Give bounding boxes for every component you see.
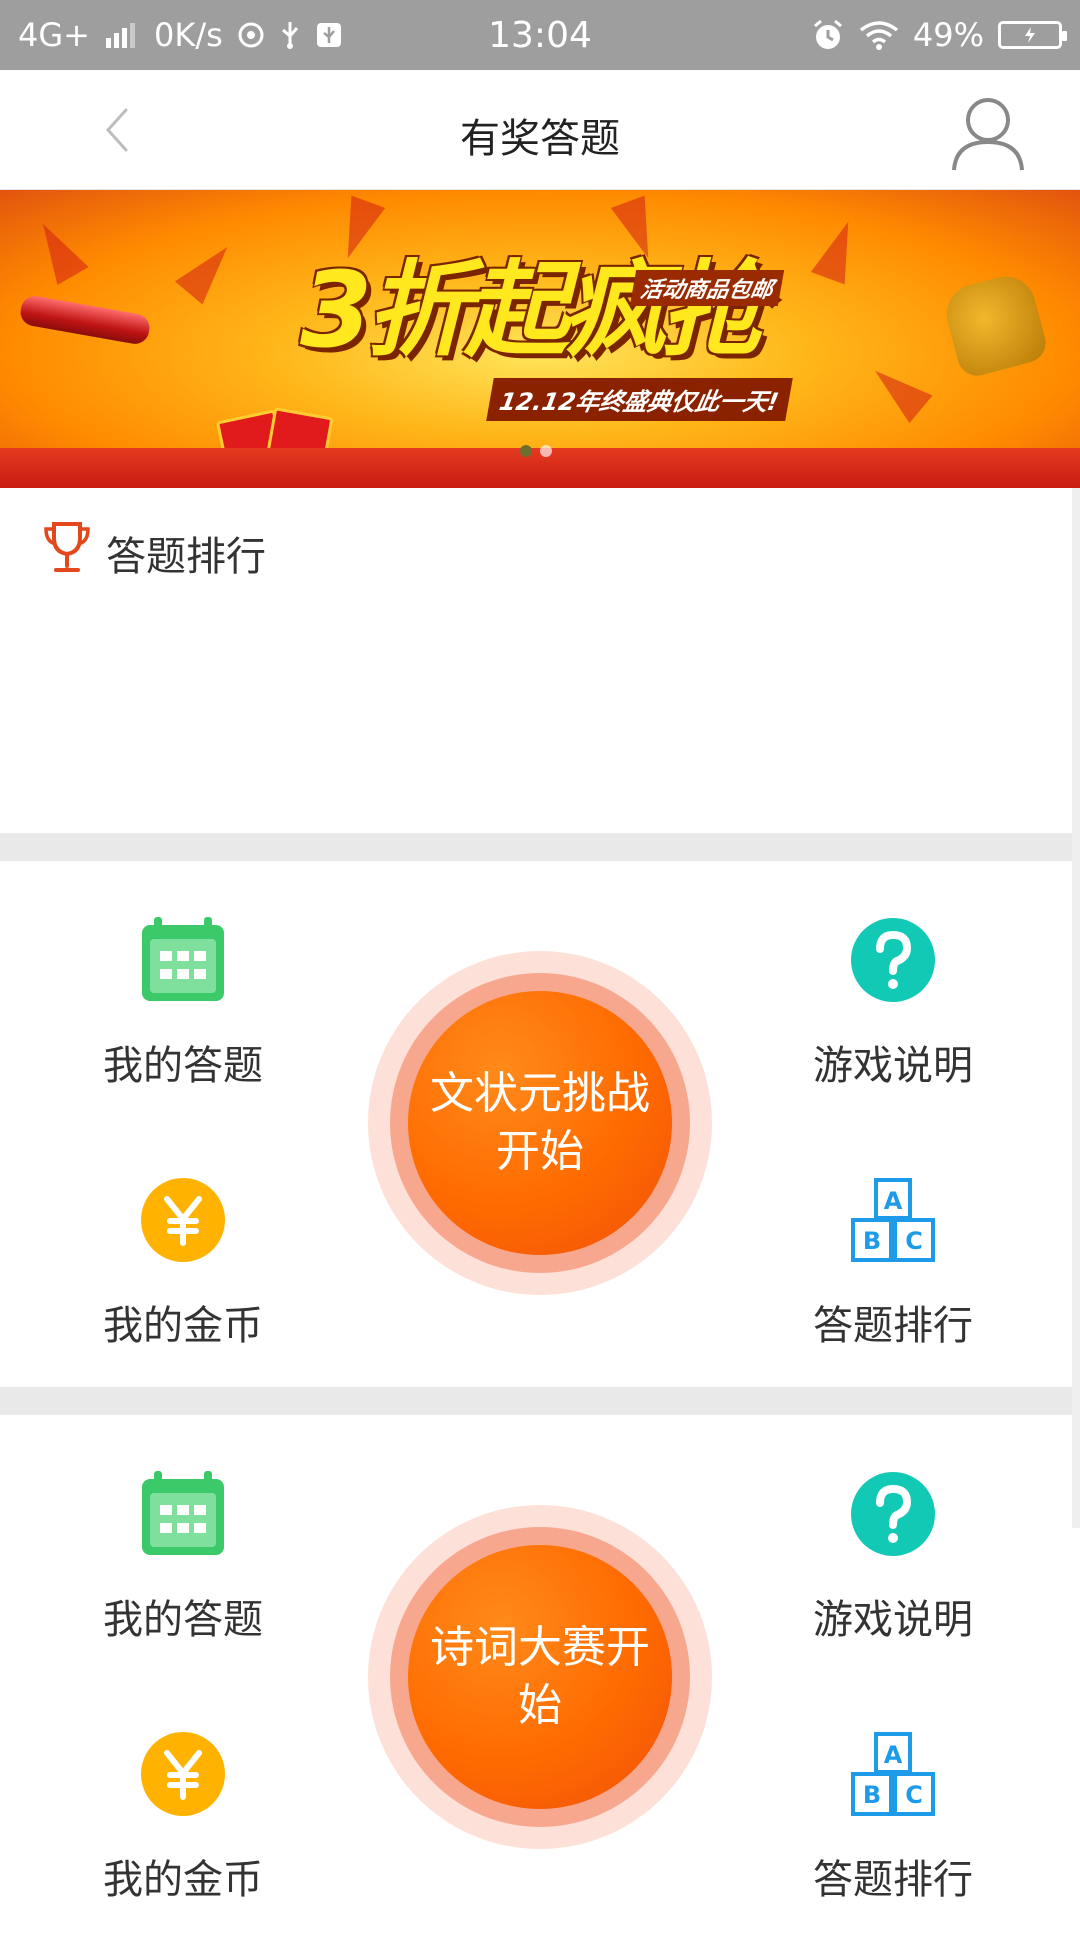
status-left: 4G+ 0K/s	[18, 16, 343, 54]
game-guide-label: 游戏说明	[813, 1597, 973, 1643]
game-panel: 我的答题 我的金币 游戏说明 A B C 答题排行 文状元挑战开始	[0, 861, 1080, 1387]
signal-icon	[104, 22, 140, 48]
yuan-coin-icon	[141, 1178, 225, 1262]
my-coins-button[interactable]: 我的金币	[73, 1731, 293, 1905]
banner-backpack-image	[939, 269, 1051, 381]
network-label: 4G+	[18, 16, 90, 54]
status-right: 49%	[811, 16, 1067, 54]
banner-decoration	[863, 356, 933, 424]
my-coins-button[interactable]: 我的金币	[73, 1177, 293, 1351]
calendar-icon	[142, 917, 224, 1001]
start-button-label: 诗词大赛开始	[408, 1545, 672, 1809]
banner-subline: 12.12年终盛典仅此一天!	[486, 378, 793, 421]
banner-dot[interactable]	[540, 445, 552, 457]
question-icon	[851, 1472, 935, 1556]
user-icon	[952, 98, 1024, 171]
trophy-icon	[44, 522, 90, 572]
banner-pagination	[520, 445, 552, 457]
question-icon	[851, 918, 935, 1002]
section-divider	[0, 833, 1080, 861]
svg-text:B: B	[863, 1781, 881, 1809]
answer-ranking-button[interactable]: A B C 答题排行	[783, 1177, 1003, 1351]
ranking-title: 答题排行	[106, 534, 266, 580]
answer-ranking-label: 答题排行	[813, 1303, 973, 1349]
abc-blocks-icon: A B C	[851, 1732, 935, 1816]
my-answers-label: 我的答题	[103, 1043, 263, 1089]
wifi-icon	[859, 20, 899, 50]
yuan-coin-icon	[141, 1732, 225, 1816]
answer-ranking-label: 答题排行	[813, 1857, 973, 1903]
usb-icon	[279, 20, 301, 50]
start-poetry-contest-button[interactable]: 诗词大赛开始	[368, 1505, 712, 1849]
page-title: 有奖答题	[460, 116, 620, 162]
banner-bottle-image	[18, 293, 152, 347]
game-guide-button[interactable]: 游戏说明	[783, 917, 1003, 1091]
svg-text:A: A	[884, 1187, 903, 1215]
start-button-label: 文状元挑战开始	[408, 991, 672, 1255]
banner-headline: 3折起疯抢	[300, 249, 764, 371]
my-answers-label: 我的答题	[103, 1597, 263, 1643]
banner-decoration	[810, 215, 866, 285]
my-coins-label: 我的金币	[103, 1857, 263, 1903]
banner-dot[interactable]	[520, 445, 532, 457]
usb-debug-icon	[315, 21, 343, 49]
app-header: 有奖答题	[0, 70, 1080, 190]
banner-decoration	[174, 235, 242, 305]
start-challenge-button[interactable]: 文状元挑战开始	[368, 951, 712, 1295]
my-coins-label: 我的金币	[103, 1303, 263, 1349]
speed-label: 0K/s	[153, 16, 223, 54]
status-bar: 4G+ 0K/s 13:04 49%	[0, 0, 1080, 70]
my-answers-button[interactable]: 我的答题	[73, 917, 293, 1091]
user-profile-button[interactable]	[946, 90, 1030, 174]
battery-icon	[998, 21, 1067, 49]
section-divider	[0, 1387, 1080, 1415]
game-guide-label: 游戏说明	[813, 1043, 973, 1089]
game-guide-button[interactable]: 游戏说明	[783, 1471, 1003, 1645]
calendar-icon	[142, 1471, 224, 1555]
banner-tag: 活动商品包邮	[629, 270, 785, 306]
alarm-icon	[811, 18, 845, 52]
banner-decoration	[27, 215, 89, 285]
scrollbar[interactable]	[1072, 488, 1080, 1528]
ranking-section: 答题排行	[0, 488, 1080, 833]
game-panel: 我的答题 我的金币 游戏说明 A B C 答题排行 诗词大赛开始	[0, 1415, 1080, 1941]
abc-blocks-icon: A B C	[851, 1178, 935, 1262]
my-answers-button[interactable]: 我的答题	[73, 1471, 293, 1645]
svg-text:C: C	[905, 1781, 923, 1809]
promo-banner[interactable]: 3折起疯抢 活动商品包邮 12.12年终盛典仅此一天!	[0, 190, 1080, 488]
answer-ranking-button[interactable]: A B C 答题排行	[783, 1731, 1003, 1905]
sync-icon	[237, 21, 265, 49]
battery-label: 49%	[912, 16, 984, 54]
svg-text:A: A	[884, 1741, 903, 1769]
svg-text:C: C	[905, 1227, 923, 1255]
svg-text:B: B	[863, 1227, 881, 1255]
